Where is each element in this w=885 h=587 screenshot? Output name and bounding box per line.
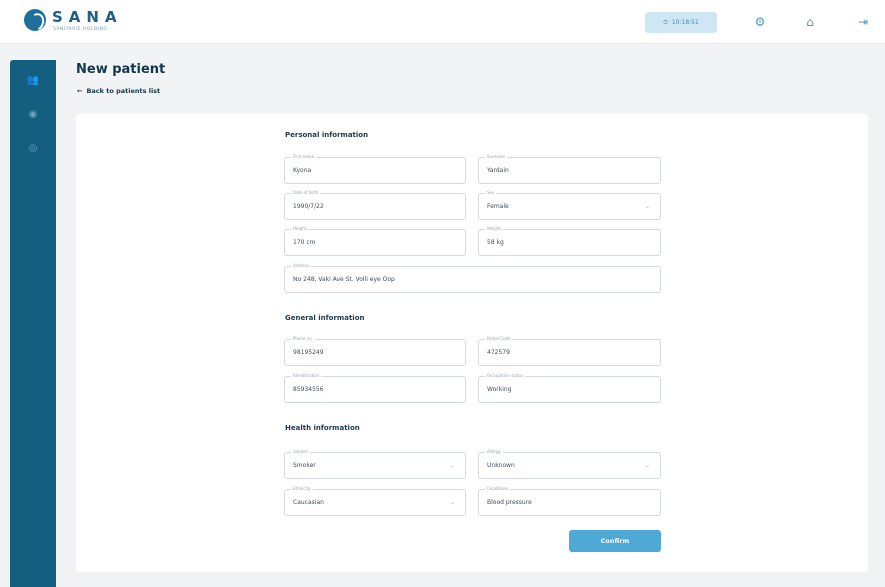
brand-tagline: SANITARIE HOLDING	[53, 27, 108, 32]
height-field[interactable]: Height 170 cm	[284, 226, 466, 256]
identification-field[interactable]: Identification 85934556	[284, 373, 466, 403]
occupation-value: Working	[487, 386, 512, 393]
weight-value: 58 kg	[487, 239, 504, 246]
nav-item-2-icon[interactable]: ◉	[10, 102, 56, 126]
chevron-down-icon: ⌄	[449, 462, 455, 469]
conditions-value: Blood pressure	[487, 499, 532, 506]
time-display[interactable]: ⏱ 10:18:51	[645, 12, 717, 33]
address-field[interactable]: Address No 248, Vaki Ave St. Volli eye O…	[284, 263, 661, 293]
sex-select[interactable]: Sex Female ⌄	[478, 190, 661, 220]
logout-icon[interactable]: ⇥	[853, 12, 873, 32]
postal-code-field[interactable]: Postal Code 472579	[478, 336, 661, 366]
weight-label: Weight	[485, 226, 503, 231]
sidebar: 👥 ◉ ◎	[10, 60, 56, 587]
first-name-label: First name	[291, 154, 317, 159]
top-bar: SANA SANITARIE HOLDING ⏱ 10:18:51 ⚙ ⌂ ⇥	[0, 0, 885, 44]
phone-field[interactable]: Phone no. 98195249	[284, 336, 466, 366]
height-value: 170 cm	[293, 239, 316, 246]
smoker-value: Smoker	[293, 462, 316, 469]
conditions-field[interactable]: Conditions Blood pressure	[478, 486, 661, 516]
smoker-label: Smoker	[291, 449, 311, 454]
ethnicity-select[interactable]: Ethnicity Caucasian ⌄	[284, 486, 466, 516]
arrow-left-icon: ←	[77, 87, 83, 95]
home-icon[interactable]: ⌂	[800, 12, 820, 32]
weight-field[interactable]: Weight 58 kg	[478, 226, 661, 256]
postal-code-value: 472579	[487, 349, 510, 356]
allergy-value: Unknown	[487, 462, 515, 469]
clock-icon: ⏱	[663, 18, 668, 26]
ethnicity-label: Ethnicity	[291, 486, 313, 491]
phone-value: 98195249	[293, 349, 324, 356]
occupation-field[interactable]: Occupation status Working	[478, 373, 661, 403]
smoker-select[interactable]: Smoker Smoker ⌄	[284, 449, 466, 479]
back-to-patients-link[interactable]: ← Back to patients list	[77, 87, 160, 95]
first-name-value: Kyona	[293, 167, 312, 174]
nav-item-3-icon[interactable]: ◎	[10, 136, 56, 160]
form-panel	[76, 114, 868, 572]
first-name-field[interactable]: First name Kyona	[284, 154, 466, 184]
section-general-title: General information	[285, 314, 365, 322]
allergy-select[interactable]: Allergy Unknown ⌄	[478, 449, 661, 479]
sana-logo-icon	[24, 9, 46, 31]
postal-code-label: Postal Code	[485, 336, 513, 341]
dob-value: 1990/7/22	[293, 203, 324, 210]
chevron-down-icon: ⌄	[644, 462, 650, 469]
phone-label: Phone no.	[291, 336, 315, 341]
dob-field[interactable]: Date of birth 1990/7/22	[284, 190, 466, 220]
back-link-label: Back to patients list	[86, 87, 161, 95]
identification-value: 85934556	[293, 386, 324, 393]
height-label: Height	[291, 226, 309, 231]
chevron-down-icon: ⌄	[449, 499, 455, 506]
section-health-title: Health information	[285, 424, 360, 432]
surname-field[interactable]: Surname Yardain	[478, 154, 661, 184]
address-value: No 248, Vaki Ave St. Volli eye Oop	[293, 276, 395, 283]
gear-icon[interactable]: ⚙	[750, 12, 770, 32]
time-value: 10:18:51	[671, 19, 699, 26]
ethnicity-value: Caucasian	[293, 499, 324, 506]
sex-label: Sex	[485, 190, 497, 195]
surname-label: Surname	[485, 154, 507, 159]
page-title: New patient	[76, 62, 166, 77]
address-label: Address	[291, 263, 311, 268]
brand-name: SANA	[52, 8, 123, 26]
section-personal-title: Personal information	[285, 131, 369, 139]
confirm-button[interactable]: Confirm	[569, 530, 661, 552]
surname-value: Yardain	[487, 167, 509, 174]
occupation-label: Occupation status	[485, 373, 526, 378]
identification-label: Identification	[291, 373, 322, 378]
conditions-label: Conditions	[485, 486, 511, 491]
dob-label: Date of birth	[291, 190, 321, 195]
sex-value: Female	[487, 203, 509, 210]
chevron-down-icon: ⌄	[644, 203, 650, 210]
allergy-label: Allergy	[485, 449, 503, 454]
users-icon[interactable]: 👥	[10, 68, 56, 92]
